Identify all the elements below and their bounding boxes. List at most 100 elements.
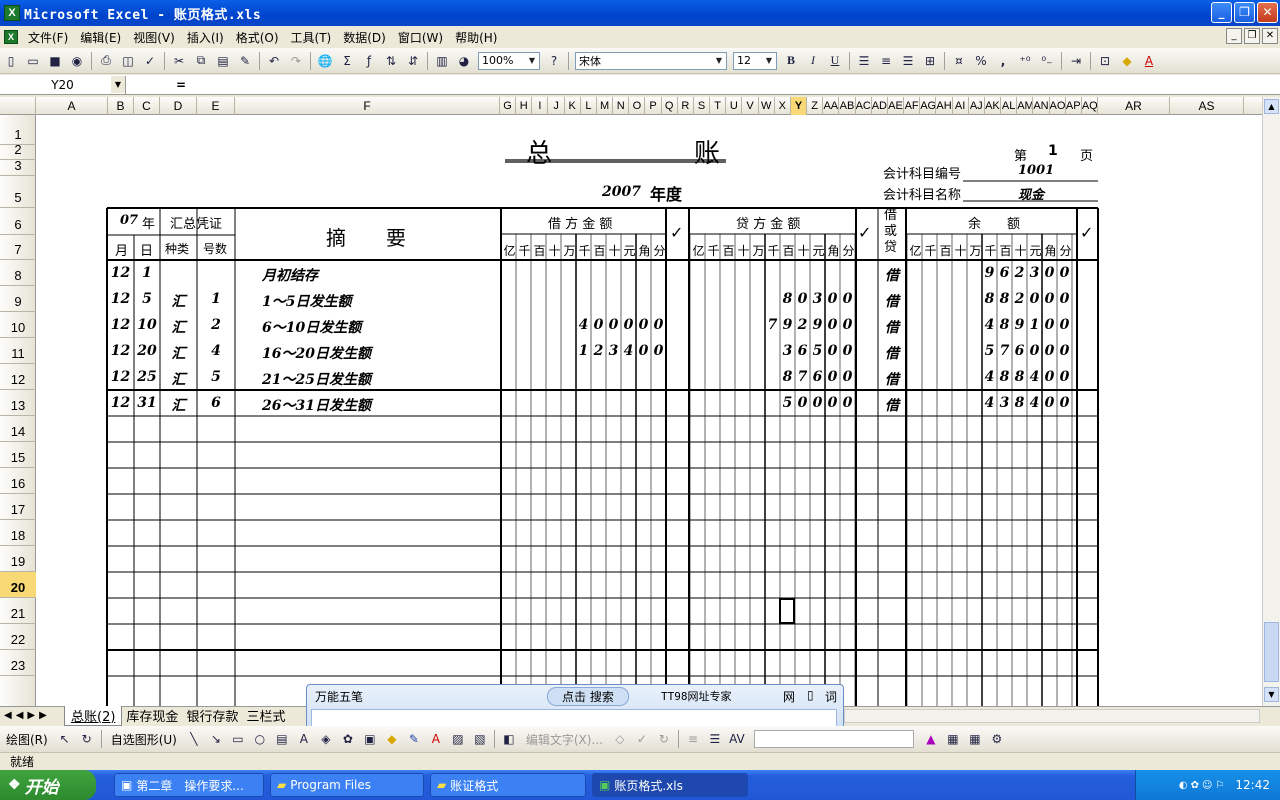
menu-tools[interactable]: 工具(T) <box>285 29 338 46</box>
char-spacing-icon[interactable]: AV <box>726 728 748 750</box>
font-color-icon[interactable]: A <box>1138 50 1160 72</box>
help-icon[interactable]: ? <box>543 50 565 72</box>
col-header[interactable]: AL <box>1001 97 1018 115</box>
bold-button[interactable]: B <box>780 50 802 72</box>
row-header[interactable]: 14 <box>0 416 36 442</box>
maximize-button[interactable]: ❐ <box>1234 2 1255 23</box>
text-direction-icon[interactable]: ◧ <box>498 728 520 750</box>
picture-icon[interactable]: ▣ <box>359 728 381 750</box>
format-painter-icon[interactable]: ✎ <box>234 50 256 72</box>
col-header[interactable]: AQ <box>1082 97 1098 115</box>
row-header[interactable]: 7 <box>0 235 36 260</box>
chart-wizard-icon[interactable]: ▥ <box>431 50 453 72</box>
save-icon[interactable]: ■ <box>44 50 66 72</box>
select-all-button[interactable] <box>0 97 36 115</box>
col-header[interactable]: M <box>597 97 614 115</box>
ime-toolbar[interactable]: 万能五笔 点击 搜索 TT98网址专家 网 ▯ 词 <box>306 684 844 730</box>
font-color-icon[interactable]: A <box>425 728 447 750</box>
col-header[interactable]: AC <box>856 97 872 115</box>
refresh-icon[interactable]: ↻ <box>653 728 675 750</box>
open-icon[interactable]: ▭ <box>22 50 44 72</box>
name-box[interactable]: Y20 ▼ <box>0 75 126 94</box>
ime-ci-button[interactable]: 词 <box>825 688 837 705</box>
col-header[interactable]: Q <box>662 97 678 115</box>
col-header[interactable]: L <box>581 97 597 115</box>
col-header[interactable]: G <box>500 97 517 115</box>
spelling-icon[interactable]: ✓ <box>139 50 161 72</box>
row-header[interactable]: 23 <box>0 650 36 676</box>
rectangle-icon[interactable]: ▭ <box>227 728 249 750</box>
tools-icon[interactable]: ⚙ <box>986 728 1008 750</box>
col-header[interactable]: R <box>678 97 694 115</box>
task-program-files[interactable]: ▰ Program Files <box>270 773 424 797</box>
line-icon[interactable]: ╲ <box>183 728 205 750</box>
row-header[interactable]: 19 <box>0 546 36 572</box>
col-header[interactable]: AJ <box>969 97 985 115</box>
col-header[interactable]: AA <box>823 97 840 115</box>
textbox-icon[interactable]: ▤ <box>271 728 293 750</box>
italic-button[interactable]: I <box>802 50 824 72</box>
col-header[interactable]: B <box>108 97 134 115</box>
sort-desc-icon[interactable]: ⇵ <box>402 50 424 72</box>
row-header[interactable]: 12 <box>0 364 36 390</box>
redo-icon[interactable]: ↷ <box>285 50 307 72</box>
menu-format[interactable]: 格式(O) <box>230 29 285 46</box>
copy-icon[interactable]: ⧉ <box>190 50 212 72</box>
ime-search-button[interactable]: 点击 搜索 <box>547 687 629 706</box>
menu-data[interactable]: 数据(D) <box>337 29 392 46</box>
ime-net-button[interactable]: 网 <box>783 688 795 705</box>
hyperlink-icon[interactable]: 🌐 <box>314 50 336 72</box>
col-header[interactable]: F <box>235 97 500 115</box>
col-header[interactable]: C <box>134 97 160 115</box>
indent-icon[interactable]: ⇥ <box>1065 50 1087 72</box>
row-header[interactable]: 3 <box>0 158 36 176</box>
select-arrow-icon[interactable]: ↖ <box>54 728 76 750</box>
rotate-icon[interactable]: ↻ <box>76 728 98 750</box>
minimize-button[interactable]: _ <box>1211 2 1232 23</box>
col-header[interactable]: AN <box>1033 97 1050 115</box>
col-header[interactable]: AM <box>1017 97 1034 115</box>
function-icon[interactable]: ƒ <box>358 50 380 72</box>
tray-icons[interactable]: ◐✿☺⚐ <box>1179 780 1228 791</box>
col-header[interactable]: AE <box>888 97 905 115</box>
formula-equals[interactable]: = <box>176 78 186 92</box>
increase-decimal-icon[interactable]: ⁺⁰ <box>1014 50 1036 72</box>
menu-insert[interactable]: 插入(I) <box>181 29 230 46</box>
font-size-select[interactable]: 12 ▼ <box>733 51 777 70</box>
col-header[interactable]: N <box>613 97 630 115</box>
autosum-icon[interactable]: Σ <box>336 50 358 72</box>
undo-icon[interactable]: ↶ <box>263 50 285 72</box>
borders-icon[interactable]: ⊡ <box>1094 50 1116 72</box>
doc-minimize-button[interactable]: _ <box>1226 28 1242 44</box>
col-header[interactable]: AO <box>1050 97 1066 115</box>
doc-close-button[interactable]: ✕ <box>1262 28 1278 44</box>
ime-input[interactable] <box>311 709 837 727</box>
chart-icon[interactable]: ▲ <box>920 728 942 750</box>
shape-style-select[interactable] <box>753 730 914 748</box>
fill-color-icon[interactable]: ◆ <box>381 728 403 750</box>
col-header[interactable]: E <box>197 97 235 115</box>
col-header[interactable]: U <box>726 97 743 115</box>
menu-help[interactable]: 帮助(H) <box>449 29 503 46</box>
col-header[interactable]: P <box>645 97 662 115</box>
draw-menu[interactable]: 绘图(R) <box>0 731 54 748</box>
row-header[interactable]: 10 <box>0 312 36 338</box>
horizontal-scrollbar[interactable] <box>844 709 1260 723</box>
line-color-icon[interactable]: ✎ <box>403 728 425 750</box>
row-header[interactable]: 16 <box>0 468 36 494</box>
clipart-icon[interactable]: ✿ <box>337 728 359 750</box>
comma-button[interactable]: , <box>992 50 1014 72</box>
col-header[interactable]: AS <box>1170 97 1244 115</box>
grid-icon[interactable]: ▦ <box>964 728 986 750</box>
col-header[interactable]: V <box>742 97 759 115</box>
row-header[interactable]: 18 <box>0 520 36 546</box>
fill-color-icon[interactable]: ◆ <box>1116 50 1138 72</box>
tab-sheet-1[interactable]: 总账(2) <box>64 705 123 726</box>
col-header[interactable]: S <box>694 97 711 115</box>
ime-name[interactable]: 万能五笔 <box>315 688 363 705</box>
print-icon[interactable]: ⎙ <box>95 50 117 72</box>
drawing-icon[interactable]: ◕ <box>453 50 475 72</box>
spelling-icon[interactable]: ✓ <box>631 728 653 750</box>
row-header[interactable]: 15 <box>0 442 36 468</box>
permission-icon[interactable]: ◉ <box>66 50 88 72</box>
